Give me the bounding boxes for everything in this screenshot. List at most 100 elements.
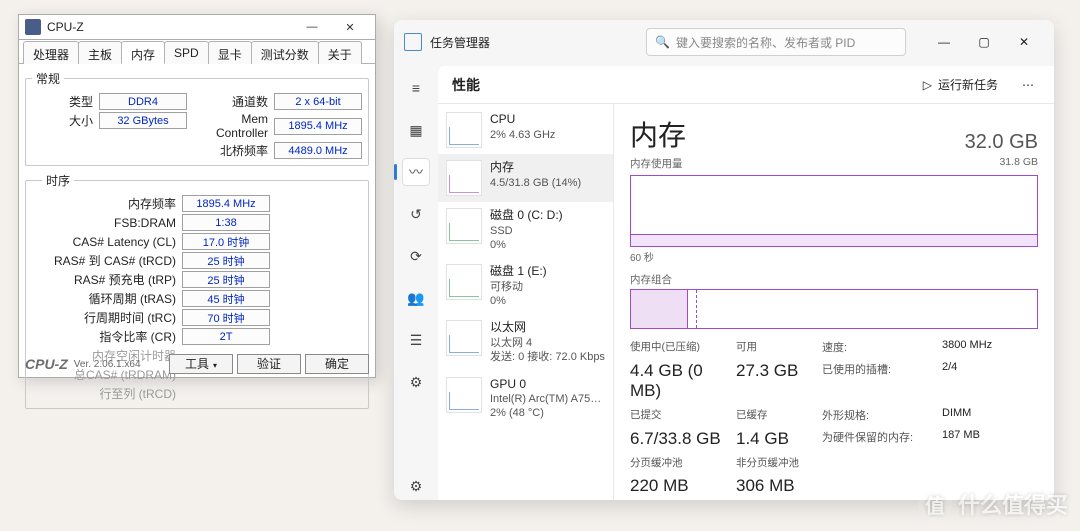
nav-rail: ≡ ▦ 〰 ↺ ⟳ 👥 ☰ ⚙ ⚙: [394, 64, 438, 500]
details-icon[interactable]: ☰: [402, 326, 430, 354]
nonpaged-value: 306 MB: [736, 476, 822, 496]
timing-label: RAS# 到 CAS# (tRCD): [42, 252, 182, 269]
tab-spd[interactable]: SPD: [164, 41, 209, 64]
run-new-task-label: 运行新任务: [938, 76, 998, 93]
avail-label: 可用: [736, 339, 822, 355]
usage-label: 内存使用量: [630, 156, 683, 171]
resource-text: 磁盘 0 (C: D:)SSD0%: [490, 208, 563, 252]
resource-name: GPU 0: [490, 377, 605, 393]
memory-detail: 内存 32.0 GB 内存使用量 31.8 GB 60 秒 内存组合 使用中(已…: [614, 104, 1054, 500]
resource-item[interactable]: CPU2% 4.63 GHz: [438, 106, 613, 154]
tm-app-icon: [404, 33, 422, 51]
resource-sub: 4.5/31.8 GB (14%): [490, 176, 581, 190]
history-icon[interactable]: ↺: [402, 200, 430, 228]
commit-label: 已提交: [630, 407, 736, 423]
minimize-button[interactable]: —: [293, 15, 331, 39]
run-icon: ▷: [923, 78, 932, 92]
resource-text: 以太网以太网 4发送: 0 接收: 72.0 Kbps: [490, 320, 605, 364]
group-timing-legend: 时序: [42, 172, 74, 189]
resource-thumb: [446, 264, 482, 300]
more-button[interactable]: ⋯: [1016, 74, 1040, 96]
tab-mainboard[interactable]: 主板: [78, 41, 122, 64]
ok-button[interactable]: 确定: [305, 354, 369, 374]
processes-icon[interactable]: ▦: [402, 116, 430, 144]
tab-about[interactable]: 关于: [318, 41, 362, 64]
resource-item[interactable]: 以太网以太网 4发送: 0 接收: 72.0 Kbps: [438, 314, 613, 370]
resource-sub2: 发送: 0 接收: 72.0 Kbps: [490, 350, 605, 364]
detail-title: 内存: [630, 114, 686, 154]
cached-value: 1.4 GB: [736, 429, 822, 449]
minimize-button[interactable]: —: [924, 28, 964, 56]
hamburger-icon[interactable]: ≡: [402, 74, 430, 102]
cpuz-window: CPU-Z — ✕ 处理器 主板 内存 SPD 显卡 测试分数 关于 常规 类型…: [18, 14, 376, 378]
run-new-task-button[interactable]: ▷ 运行新任务: [913, 72, 1008, 97]
resource-sub: 2% 4.63 GHz: [490, 128, 555, 142]
resource-thumb: [446, 160, 482, 196]
timing-label: 行周期时间 (tRC): [42, 309, 182, 326]
performance-icon[interactable]: 〰: [402, 158, 430, 186]
used-value: 4.4 GB (0 MB): [630, 361, 736, 401]
maximize-button[interactable]: ▢: [964, 28, 1004, 56]
cpuz-titlebar[interactable]: CPU-Z — ✕: [19, 15, 375, 40]
value-channel: 2 x 64-bit: [274, 93, 362, 110]
tab-memory[interactable]: 内存: [121, 41, 165, 64]
axis-label-60s: 60 秒: [630, 249, 1038, 264]
tab-cpu[interactable]: 处理器: [23, 41, 79, 64]
timing-label: 指令比率 (CR): [42, 328, 182, 345]
tm-titlebar[interactable]: 任务管理器 🔍 键入要搜索的名称、发布者或 PID — ▢ ✕: [394, 20, 1054, 64]
timing-row: FSB:DRAM1:38: [42, 214, 362, 231]
resource-thumb: [446, 208, 482, 244]
resource-text: 磁盘 1 (E:)可移动0%: [490, 264, 547, 308]
speed-key: 速度:: [822, 339, 847, 355]
close-button[interactable]: ✕: [331, 15, 369, 39]
close-button[interactable]: ✕: [1004, 28, 1044, 56]
cpuz-app-icon: [25, 19, 41, 35]
label-nb: 北桥频率: [207, 142, 274, 159]
paged-value: 220 MB: [630, 476, 736, 496]
resource-item[interactable]: 内存4.5/31.8 GB (14%): [438, 154, 613, 202]
form-key: 外形规格:: [822, 407, 869, 423]
watermark-badge: 值: [918, 487, 952, 521]
label-memctrl: Mem Controller: [207, 112, 274, 140]
resource-item[interactable]: GPU 0Intel(R) Arc(TM) A750...2% (48 °C): [438, 371, 613, 427]
resource-sub: SSD: [490, 224, 563, 238]
tools-button[interactable]: 工具: [169, 354, 233, 374]
timing-label: 循环周期 (tRAS): [42, 290, 182, 307]
resource-item[interactable]: 磁盘 0 (C: D:)SSD0%: [438, 202, 613, 258]
cpuz-version: Ver. 2.06.1.x64: [74, 359, 165, 370]
timing-label: CAS# Latency (CL): [42, 235, 182, 249]
resource-sub: Intel(R) Arc(TM) A750...: [490, 392, 605, 406]
resource-sub2: 0%: [490, 238, 563, 252]
task-manager-window: 任务管理器 🔍 键入要搜索的名称、发布者或 PID — ▢ ✕ ≡ ▦ 〰 ↺ …: [394, 20, 1054, 500]
tab-graphics[interactable]: 显卡: [208, 41, 252, 64]
startup-icon[interactable]: ⟳: [402, 242, 430, 270]
value-size: 32 GBytes: [99, 112, 187, 129]
timing-row: 行至列 (tRCD): [42, 385, 362, 402]
value-nb: 4489.0 MHz: [274, 142, 362, 159]
timing-value: 1:38: [182, 214, 270, 231]
timing-value: 25 时钟: [182, 271, 270, 288]
resource-sub: 可移动: [490, 280, 547, 294]
tab-bench[interactable]: 测试分数: [251, 41, 319, 64]
cpuz-brand: CPU-Z: [25, 356, 68, 372]
users-icon[interactable]: 👥: [402, 284, 430, 312]
usage-max: 31.8 GB: [999, 156, 1038, 171]
resource-item[interactable]: 磁盘 1 (E:)可移动0%: [438, 258, 613, 314]
slots-val: 2/4: [942, 361, 1012, 401]
resource-list: CPU2% 4.63 GHz内存4.5/31.8 GB (14%) 磁盘 0 (C…: [438, 104, 614, 500]
validate-button[interactable]: 验证: [237, 354, 301, 374]
resource-name: 磁盘 0 (C: D:): [490, 208, 563, 224]
search-input[interactable]: 🔍 键入要搜索的名称、发布者或 PID: [646, 28, 906, 56]
timing-row: RAS# 到 CAS# (tRCD)25 时钟: [42, 252, 362, 269]
hw-val: 187 MB: [942, 429, 1012, 449]
resource-text: GPU 0Intel(R) Arc(TM) A750...2% (48 °C): [490, 377, 605, 421]
timing-label: RAS# 预充电 (tRP): [42, 271, 182, 288]
value-memctrl: 1895.4 MHz: [274, 118, 362, 135]
window-buttons: — ▢ ✕: [924, 28, 1044, 56]
resource-thumb: [446, 377, 482, 413]
timing-row: 内存频率1895.4 MHz: [42, 195, 362, 212]
group-general: 常规 类型DDR4 大小32 GBytes 通道数2 x 64-bit Mem …: [25, 70, 369, 166]
settings-icon[interactable]: ⚙: [402, 472, 430, 500]
resource-sub2: 0%: [490, 294, 547, 308]
services-icon[interactable]: ⚙: [402, 368, 430, 396]
